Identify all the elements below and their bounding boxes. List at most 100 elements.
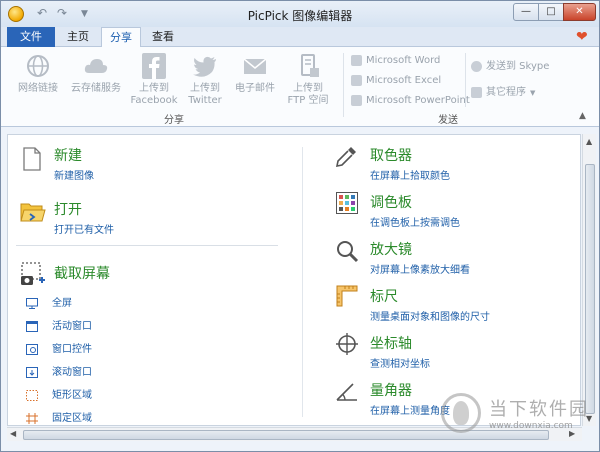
- watermark-url: www.downxia.com: [489, 421, 573, 431]
- window-icon: [26, 321, 38, 332]
- crosshair-icon[interactable]: [335, 332, 359, 356]
- right-column: 取色器 在屏幕上拾取颜色 调色板 在调色板上按需调色 放大镜 对屏幕上像素放大细…: [308, 135, 580, 425]
- open-title[interactable]: 打开: [54, 199, 82, 219]
- other-apps-button[interactable]: 其它程序 ▼: [471, 85, 535, 101]
- send-powerpoint-label: Microsoft PowerPoint: [366, 95, 470, 106]
- capture-active-window-label: 活动窗口: [52, 321, 92, 332]
- ribbon-separator: [465, 53, 466, 107]
- ribbon-tab-bar: 文件 主页 分享 查看 ❤: [1, 27, 599, 48]
- watermark: 当下软件园 www.downxia.com: [441, 393, 591, 439]
- region-select-icon: [26, 390, 38, 401]
- close-button[interactable]: ✕: [563, 3, 596, 21]
- magnifier-icon[interactable]: [335, 239, 359, 263]
- send-group-label: 发送: [438, 115, 458, 126]
- cloud-icon: [84, 59, 108, 73]
- capture-window-control-label: 窗口控件: [52, 344, 92, 355]
- new-file-icon[interactable]: [22, 147, 42, 171]
- capture-fixed-region-label: 固定区域: [52, 413, 92, 424]
- word-icon: [351, 54, 362, 66]
- upload-twitter-label: 上传到 Twitter: [188, 83, 222, 106]
- upload-facebook-button[interactable]: 上传到 Facebook: [129, 53, 179, 107]
- tab-file[interactable]: 文件: [7, 27, 55, 47]
- skype-icon: [471, 60, 482, 72]
- color-picker-title[interactable]: 取色器: [370, 145, 412, 165]
- scroll-left-icon[interactable]: ◀: [10, 429, 16, 438]
- magnifier-link[interactable]: 对屏幕上像素放大细看: [370, 261, 470, 276]
- capture-fullscreen-label: 全屏: [52, 298, 72, 309]
- window-control-icon: [26, 344, 38, 355]
- app-window: ↶ ↷ ▼ PicPick 图像编辑器 — □ ✕ 文件 主页 分享 查看 ❤ …: [0, 0, 600, 452]
- cloud-storage-button[interactable]: 云存储服务: [67, 53, 125, 95]
- web-link-button[interactable]: 网络链接: [13, 53, 63, 95]
- coordinate-title[interactable]: 坐标轴: [370, 333, 412, 353]
- send-word-button[interactable]: Microsoft Word: [351, 53, 440, 69]
- upload-ftp-button[interactable]: 上传到 FTP 空间: [283, 53, 333, 107]
- window-title: PicPick 图像编辑器: [247, 9, 353, 23]
- globe-icon: [27, 55, 49, 77]
- twitter-icon: [193, 56, 216, 77]
- open-folder-icon[interactable]: [20, 201, 46, 223]
- vertical-scrollbar[interactable]: ▲ ▼: [582, 134, 596, 426]
- tab-home[interactable]: 主页: [57, 27, 99, 47]
- share-group-label: 分享: [164, 115, 184, 126]
- open-existing-link[interactable]: 打开已有文件: [54, 221, 114, 236]
- minimize-button[interactable]: —: [513, 3, 539, 21]
- ribbon-share: 网络链接 云存储服务 上传到 Facebook 上传到 Twitter 电子邮件…: [1, 47, 599, 127]
- upload-twitter-button[interactable]: 上传到 Twitter: [181, 53, 229, 107]
- divider: [16, 245, 278, 246]
- email-label: 电子邮件: [235, 83, 275, 94]
- other-apps-label: 其它程序: [486, 87, 526, 98]
- heart-icon[interactable]: ❤: [576, 30, 590, 44]
- palette-title[interactable]: 调色板: [370, 192, 412, 212]
- column-divider: [302, 147, 303, 417]
- apps-icon: [471, 86, 482, 98]
- title-bar: ↶ ↷ ▼ PicPick 图像编辑器 — □ ✕: [1, 1, 599, 27]
- ribbon-collapse-icon[interactable]: ▲: [579, 111, 586, 121]
- palette-link[interactable]: 在调色板上按需调色: [370, 214, 460, 229]
- capture-scrolling-window-label: 滚动窗口: [52, 367, 92, 378]
- watermark-logo-inner: [453, 401, 469, 425]
- ruler-link[interactable]: 测量桌面对象和图像的尺寸: [370, 308, 490, 323]
- capture-title[interactable]: 截取屏幕: [54, 263, 110, 283]
- new-image-link[interactable]: 新建图像: [54, 167, 94, 182]
- palette-icon[interactable]: [336, 192, 358, 214]
- ruler-icon[interactable]: [336, 285, 358, 307]
- upload-ftp-label: 上传到 FTP 空间: [287, 83, 329, 106]
- email-button[interactable]: 电子邮件: [231, 53, 279, 95]
- web-link-label: 网络链接: [18, 83, 58, 94]
- send-word-label: Microsoft Word: [366, 55, 441, 66]
- watermark-text: 当下软件园: [489, 399, 589, 420]
- eyedropper-icon[interactable]: [334, 145, 358, 169]
- protractor-link[interactable]: 在屏幕上测量角度: [370, 402, 450, 417]
- upload-facebook-label: 上传到 Facebook: [130, 83, 178, 106]
- ftp-icon: [301, 54, 319, 77]
- maximize-button[interactable]: □: [538, 3, 564, 21]
- fixed-region-icon: [26, 413, 38, 424]
- ribbon-separator: [343, 53, 344, 117]
- facebook-icon: [142, 53, 166, 79]
- send-excel-label: Microsoft Excel: [366, 75, 442, 86]
- tab-view[interactable]: 查看: [143, 27, 183, 47]
- capture-region-label: 矩形区域: [52, 390, 92, 401]
- start-panel: 新建 新建图像 打开 打开已有文件 截取屏幕 全屏 活动窗口 窗口控件 滚动窗口…: [7, 134, 581, 426]
- send-powerpoint-button[interactable]: Microsoft PowerPoint: [351, 93, 470, 109]
- tab-share[interactable]: 分享: [101, 27, 141, 48]
- new-title[interactable]: 新建: [54, 145, 82, 165]
- vertical-scroll-thumb[interactable]: [585, 164, 595, 414]
- protractor-icon[interactable]: [335, 379, 359, 403]
- magnifier-title[interactable]: 放大镜: [370, 239, 412, 259]
- send-skype-label: 发送到 Skype: [486, 61, 550, 72]
- coordinate-link[interactable]: 查测相对坐标: [370, 355, 430, 370]
- scroll-up-icon[interactable]: ▲: [586, 137, 592, 146]
- mail-icon: [243, 58, 267, 74]
- protractor-title[interactable]: 量角器: [370, 380, 412, 400]
- send-excel-button[interactable]: Microsoft Excel: [351, 73, 441, 89]
- powerpoint-icon: [351, 94, 362, 106]
- color-picker-link[interactable]: 在屏幕上拾取颜色: [370, 167, 450, 182]
- left-column: 新建 新建图像 打开 打开已有文件 截取屏幕 全屏 活动窗口 窗口控件 滚动窗口…: [8, 135, 298, 425]
- send-skype-button[interactable]: 发送到 Skype: [471, 59, 549, 75]
- cloud-storage-label: 云存储服务: [71, 83, 121, 94]
- capture-screen-icon[interactable]: [20, 261, 46, 287]
- ruler-title[interactable]: 标尺: [370, 286, 398, 306]
- scroll-window-icon: [26, 367, 38, 378]
